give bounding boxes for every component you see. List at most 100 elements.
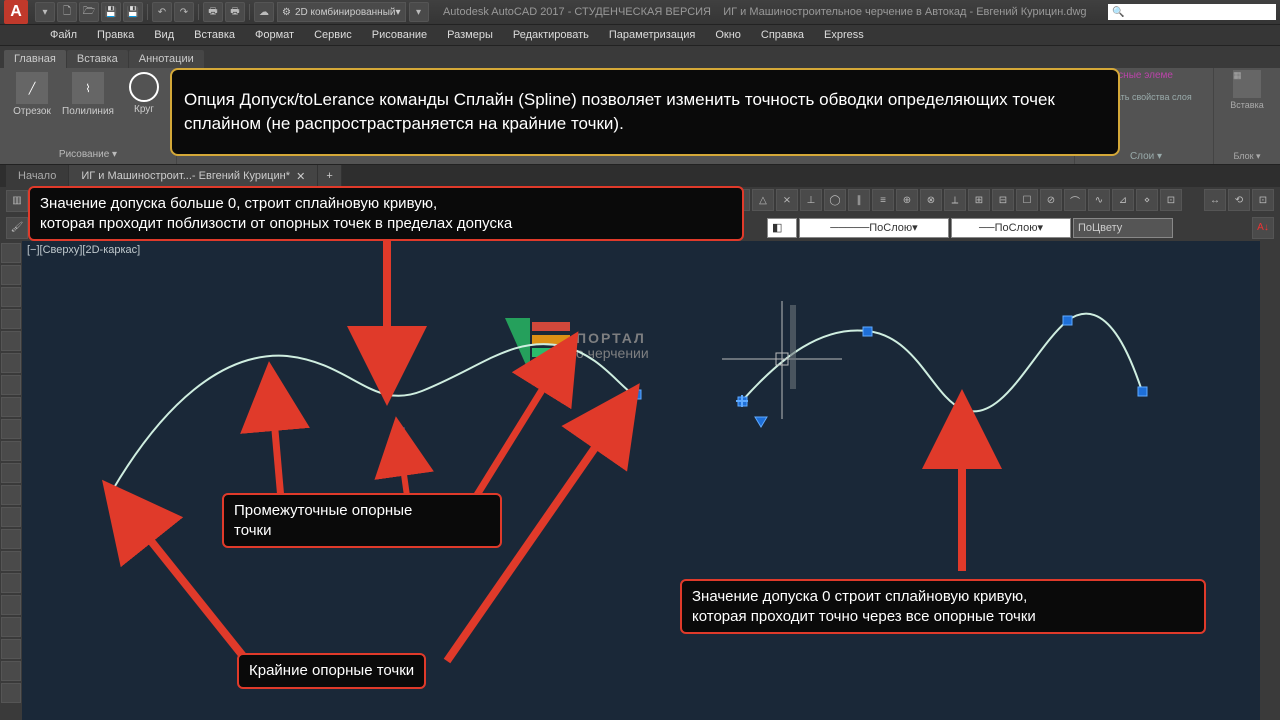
snap-icon[interactable]: ⨯	[776, 189, 798, 211]
tab-new[interactable]: +	[318, 165, 341, 187]
tool-icon[interactable]	[1, 309, 21, 329]
menu-insert[interactable]: Вставка	[184, 29, 245, 41]
grip-point[interactable]	[863, 327, 872, 336]
snap-icon[interactable]: ⊞	[968, 189, 990, 211]
menu-draw[interactable]: Рисование	[362, 29, 437, 41]
grip-point[interactable]	[266, 375, 275, 384]
tool-icon[interactable]	[1, 287, 21, 307]
snap-icon[interactable]: ⟲	[1228, 189, 1250, 211]
menu-file[interactable]: Файл	[40, 29, 87, 41]
tool-icon[interactable]	[1, 595, 21, 615]
help-search-input[interactable]: 🔍	[1108, 4, 1276, 20]
saveas-icon[interactable]: 💾	[123, 2, 143, 22]
tool-icon[interactable]	[1, 639, 21, 659]
snap-icon[interactable]: ⌒	[1064, 189, 1086, 211]
tab-start[interactable]: Начало	[6, 165, 69, 187]
tool-icon[interactable]	[1, 375, 21, 395]
snap-icon[interactable]: ⊟	[992, 189, 1014, 211]
tool-icon[interactable]	[1, 331, 21, 351]
qat-dropdown-icon[interactable]: ▾	[409, 2, 429, 22]
ribbon-tab-home[interactable]: Главная	[4, 50, 66, 68]
tool-icon[interactable]	[1, 419, 21, 439]
tool-icon[interactable]	[1, 573, 21, 593]
color-swatch[interactable]: ◧	[767, 218, 797, 238]
tool-icon[interactable]	[1, 265, 21, 285]
print-icon[interactable]: 🖶	[203, 2, 223, 22]
snap-icon[interactable]: ⊗	[920, 189, 942, 211]
snap-icon[interactable]: △	[752, 189, 774, 211]
tool-icon[interactable]	[1, 529, 21, 549]
snap-icon[interactable]: ∥	[848, 189, 870, 211]
tool-icon[interactable]	[1, 507, 21, 527]
grip-point[interactable]	[564, 343, 573, 352]
snap-icon[interactable]: ◯	[824, 189, 846, 211]
app-logo-icon[interactable]: A	[4, 0, 28, 24]
grip-endpoint[interactable]	[1138, 387, 1147, 396]
menu-tools[interactable]: Сервис	[304, 29, 362, 41]
menu-dimension[interactable]: Размеры	[437, 29, 503, 41]
tool-icon[interactable]	[1, 243, 21, 263]
tool-icon[interactable]	[1, 683, 21, 703]
undo-icon[interactable]: ↶	[152, 2, 172, 22]
snap-icon[interactable]: ⟂	[944, 189, 966, 211]
snap-icon[interactable]: ⊕	[896, 189, 918, 211]
snap-icon[interactable]: ⊿	[1112, 189, 1134, 211]
grip-endpoint[interactable]	[632, 390, 641, 399]
tool-icon[interactable]	[1, 551, 21, 571]
ribbon-tab-insert[interactable]: Вставка	[67, 50, 128, 68]
tool-icon[interactable]	[1, 661, 21, 681]
tool-icon[interactable]: ▥	[6, 190, 28, 212]
save-icon[interactable]: 💾	[101, 2, 121, 22]
tool-icon[interactable]	[1, 617, 21, 637]
tool-icon[interactable]: 🖌	[6, 217, 28, 239]
lineweight-combo[interactable]: ── ПоСлою ▾	[951, 218, 1071, 238]
open-icon[interactable]: 🗁	[79, 2, 99, 22]
menu-parametric[interactable]: Параметризация	[599, 29, 705, 41]
menu-format[interactable]: Формат	[245, 29, 304, 41]
snap-icon[interactable]: ≡	[872, 189, 894, 211]
line-button[interactable]: ╱ Отрезок	[6, 72, 58, 147]
polyline-button[interactable]: ⌇ Полилиния	[62, 72, 114, 147]
insert-icon[interactable]: ▦	[1233, 70, 1261, 98]
tool-icon[interactable]	[1, 485, 21, 505]
menu-window[interactable]: Окно	[705, 29, 751, 41]
plot-icon[interactable]: 🖶	[225, 2, 245, 22]
snap-icon[interactable]: ☐	[1016, 189, 1038, 211]
grip-triangle-icon[interactable]	[755, 417, 767, 427]
linetype-combo[interactable]: ───── ПоСлою ▾	[799, 218, 949, 238]
snap-icon[interactable]: ⊡	[1252, 189, 1274, 211]
snap-icon[interactable]: ↔	[1204, 189, 1226, 211]
tool-icon[interactable]	[1, 463, 21, 483]
tool-icon[interactable]	[1, 441, 21, 461]
spline-zero-tolerance[interactable]	[742, 314, 1142, 412]
snap-icon[interactable]: ⋄	[1136, 189, 1158, 211]
circle-button[interactable]: Круг	[118, 72, 170, 147]
block-panel-label[interactable]: Блок ▾	[1233, 151, 1260, 162]
workspace-selector[interactable]: ⚙ 2D комбинированный ▾	[277, 2, 406, 22]
new-icon[interactable]: 🗋	[57, 2, 77, 22]
plotstyle-combo[interactable]: ПоЦвету	[1073, 218, 1173, 238]
menu-modify[interactable]: Редактировать	[503, 29, 599, 41]
redo-icon[interactable]: ↷	[174, 2, 194, 22]
tab-document[interactable]: ИГ и Машиностроит...- Евгений Курицин* ✕	[69, 165, 318, 187]
snap-icon[interactable]: ∿	[1088, 189, 1110, 211]
grip-point[interactable]	[395, 428, 404, 437]
right-scrollbar[interactable]	[1260, 241, 1280, 720]
grip-point-selected[interactable]	[957, 404, 966, 413]
tool-icon[interactable]	[1, 353, 21, 373]
menu-button[interactable]: ▾	[35, 2, 55, 22]
grip-point[interactable]	[1063, 316, 1072, 325]
layers-panel-label[interactable]: Слои ▾	[1130, 151, 1162, 162]
snap-icon[interactable]: ⊡	[1160, 189, 1182, 211]
menu-help[interactable]: Справка	[751, 29, 814, 41]
annotation-icon[interactable]: A↓	[1252, 217, 1274, 239]
snap-icon[interactable]: ⊘	[1040, 189, 1062, 211]
snap-icon[interactable]: ⊥	[800, 189, 822, 211]
drawing-canvas[interactable]: [−][Сверху][2D-каркас] ПОРТАЛ о черчении	[0, 241, 1280, 720]
panel-label-draw[interactable]: Рисование ▾	[6, 147, 170, 160]
menu-express[interactable]: Express	[814, 29, 874, 41]
cloud-icon[interactable]: ☁	[254, 2, 274, 22]
ribbon-tab-annotate[interactable]: Аннотации	[129, 50, 204, 68]
menu-edit[interactable]: Правка	[87, 29, 144, 41]
menu-view[interactable]: Вид	[144, 29, 184, 41]
